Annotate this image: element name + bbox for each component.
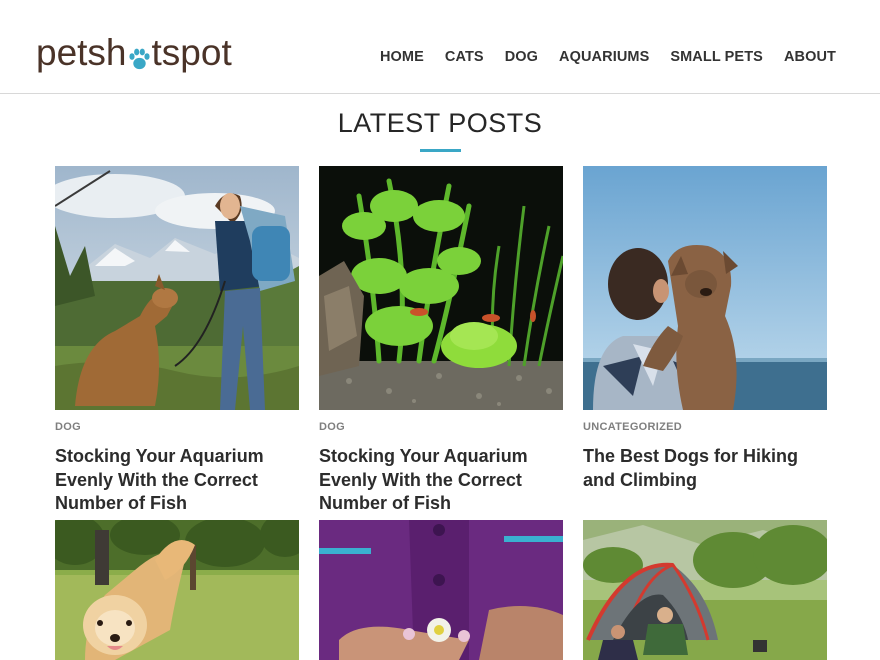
- nav-item-home[interactable]: HOME: [380, 49, 424, 65]
- nav-item-aquariums[interactable]: AQUARIUMS: [559, 49, 649, 65]
- nav-item-about[interactable]: ABOUT: [784, 49, 836, 65]
- site-logo[interactable]: petsh tspot: [36, 34, 232, 71]
- nav-item-small-pets[interactable]: SMALL PETS: [670, 49, 763, 65]
- post-image-golden-retriever[interactable]: [55, 520, 299, 660]
- post-image-aquarium[interactable]: [319, 166, 563, 410]
- section-title: LATEST POSTS: [337, 108, 543, 138]
- title-underline: [420, 149, 461, 152]
- site-header: petsh tspot HOME CATS DOG AQUARIUMS SMAL…: [0, 0, 880, 94]
- post-title[interactable]: The Best Dogs for Hiking and Climbing: [583, 445, 827, 492]
- nav-item-dog[interactable]: DOG: [505, 49, 538, 65]
- post-category[interactable]: UNCATEGORIZED: [583, 421, 682, 433]
- post-title[interactable]: Stocking Your Aquarium Evenly With the C…: [319, 445, 563, 516]
- post-image-purple-uniform[interactable]: [319, 520, 563, 660]
- post-image-man-dog[interactable]: [583, 166, 827, 410]
- post-category[interactable]: DOG: [319, 421, 345, 433]
- post-title[interactable]: Stocking Your Aquarium Evenly With the C…: [55, 445, 299, 516]
- post-image-camping-tent[interactable]: [583, 520, 827, 660]
- main-nav: HOME CATS DOG AQUARIUMS SMALL PETS ABOUT: [359, 49, 836, 65]
- logo-text-right: tspot: [151, 32, 232, 73]
- nav-item-cats[interactable]: CATS: [445, 49, 484, 65]
- logo-text-left: petsh: [36, 32, 127, 73]
- post-category[interactable]: DOG: [55, 421, 81, 433]
- post-image-hiking-dog[interactable]: [55, 166, 299, 410]
- paw-icon: [127, 41, 152, 69]
